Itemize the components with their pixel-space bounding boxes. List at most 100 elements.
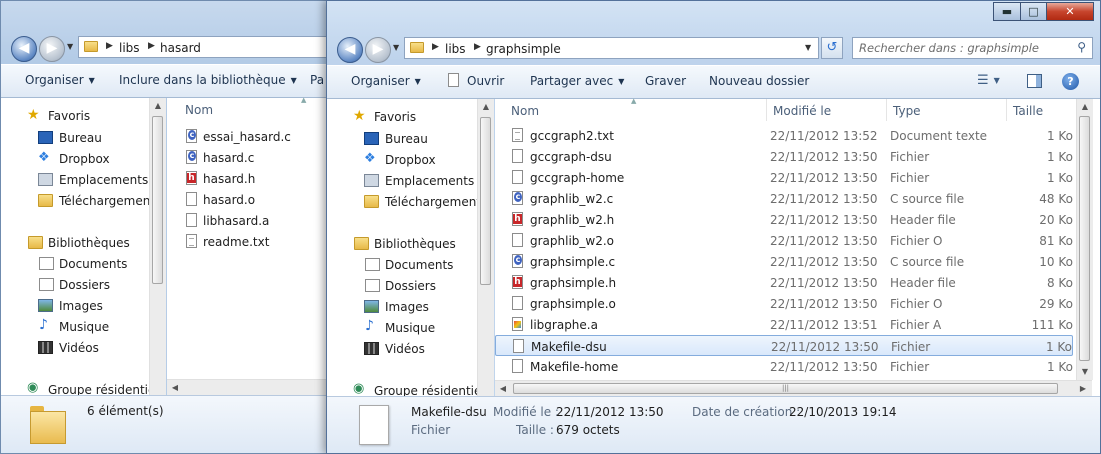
address-bar[interactable]: ▶ libs ▶ hasard	[78, 36, 339, 58]
horizontal-scroll-thumb[interactable]: |||	[513, 383, 1058, 394]
breadcrumb-graphsimple[interactable]: graphsimple	[486, 42, 561, 56]
scroll-down-icon[interactable]: ▼	[1077, 364, 1093, 380]
nav-scrollbar[interactable]: ▲	[149, 98, 166, 395]
share-with-button[interactable]: Partager avec ▼	[530, 74, 624, 88]
scroll-thumb[interactable]	[480, 117, 491, 285]
back-arrow-icon[interactable]: ◀	[337, 37, 363, 63]
back-arrow-icon[interactable]: ◀	[11, 36, 37, 62]
nav-item-documents[interactable]: Documents	[1, 254, 149, 274]
list-item[interactable]: readme.txt	[179, 231, 329, 252]
file-name: Makefile-home	[530, 360, 619, 374]
table-row[interactable]: graphlib_w2.h 22/11/2012 13:50 Header file…	[495, 209, 1073, 230]
recent-pages-chevron-icon[interactable]: ▼	[393, 43, 399, 52]
preview-pane-icon[interactable]	[1027, 74, 1042, 88]
nav-item-videos[interactable]: Vidéos	[327, 339, 475, 359]
scroll-up-icon[interactable]: ▲	[150, 98, 166, 114]
maximize-button[interactable]: □	[1020, 2, 1047, 21]
forward-arrow-icon[interactable]: ▶	[365, 37, 391, 63]
nav-libraries[interactable]: Bibliothèques	[327, 234, 475, 254]
list-item[interactable]: hasard.c	[179, 147, 329, 168]
forward-arrow-icon[interactable]: ▶	[39, 36, 65, 62]
include-in-library-button[interactable]: Inclure dans la bibliothèque ▼	[119, 73, 297, 87]
search-icon[interactable]: ⚲	[1077, 40, 1086, 54]
breadcrumb-hasard[interactable]: hasard	[160, 41, 201, 55]
nav-libraries[interactable]: Bibliothèques	[1, 233, 149, 253]
nav-item-downloads[interactable]: Téléchargements	[1, 191, 161, 211]
nav-item-dropbox[interactable]: ❖ Dropbox	[327, 150, 475, 170]
nav-item-recent-places[interactable]: Emplacements ré	[1, 170, 164, 190]
share-button[interactable]: Pa	[310, 73, 324, 87]
burn-button[interactable]: Graver	[645, 74, 686, 88]
front-explorer-window[interactable]: ▬ □ ✕ ◀ ▶ ▼ ▶ libs ▶ graphsimple ▼ ↺ Rec…	[326, 0, 1101, 454]
nav-item-images[interactable]: Images	[327, 297, 475, 317]
list-item[interactable]: hasard.o	[179, 189, 329, 210]
nav-item-bureau[interactable]: Bureau	[1, 128, 149, 148]
recent-pages-chevron-icon[interactable]: ▼	[67, 42, 73, 51]
nav-item-dossiers[interactable]: Dossiers	[327, 276, 475, 296]
generic-file-icon	[513, 339, 524, 353]
minimize-button[interactable]: ▬	[993, 2, 1021, 21]
address-bar[interactable]: ▶ libs ▶ graphsimple ▼	[404, 37, 819, 59]
file-modified: 22/11/2012 13:51	[770, 318, 878, 332]
list-item[interactable]: hasard.h	[179, 168, 329, 189]
table-row[interactable]: Makefile-dsu 22/11/2012 13:50 Fichier 1 Ko	[495, 335, 1073, 356]
refresh-icon[interactable]: ↺	[821, 37, 843, 59]
close-button[interactable]: ✕	[1046, 2, 1094, 21]
file-modified: 22/11/2012 13:50	[770, 171, 878, 185]
list-item[interactable]: libhasard.a	[179, 210, 329, 231]
nav-favorites[interactable]: ★ Favoris	[327, 107, 475, 127]
horizontal-scrollbar[interactable]: ◀	[167, 379, 339, 396]
file-type: Fichier A	[890, 318, 942, 332]
new-folder-button[interactable]: Nouveau dossier	[709, 74, 809, 88]
nav-item-downloads[interactable]: Téléchargements	[327, 192, 487, 212]
scroll-left-icon[interactable]: ◀	[167, 380, 183, 396]
file-list-vertical-scrollbar[interactable]: ▲ ▼	[1076, 99, 1093, 380]
horizontal-scrollbar[interactable]: ◀ ||| ▶	[495, 380, 1092, 397]
breadcrumb-libs[interactable]: libs	[445, 42, 466, 56]
organize-button[interactable]: Organiser ▼	[351, 74, 421, 88]
scroll-up-icon[interactable]: ▲	[1077, 99, 1093, 115]
table-row[interactable]: graphsimple.c 22/11/2012 13:50 C source fi…	[495, 251, 1073, 272]
nav-item-music[interactable]: ♪ Musique	[327, 318, 475, 338]
list-item[interactable]: essai_hasard.c	[179, 126, 329, 147]
table-row[interactable]: Makefile-home 22/11/2012 13:50 Fichier 1 Ko	[495, 356, 1073, 377]
table-row[interactable]: graphsimple.o 22/11/2012 13:50 Fichier O 29…	[495, 293, 1073, 314]
file-type: Fichier	[890, 360, 930, 374]
nav-item-videos[interactable]: Vidéos	[1, 338, 149, 358]
open-button[interactable]: Ouvrir	[448, 73, 504, 88]
nav-item-dropbox[interactable]: ❖ Dropbox	[1, 149, 149, 169]
table-row[interactable]: graphlib_w2.o 22/11/2012 13:50 Fichier O 81…	[495, 230, 1073, 251]
nav-item-images[interactable]: Images	[1, 296, 149, 316]
nav-item-bureau[interactable]: Bureau	[327, 129, 475, 149]
back-explorer-window[interactable]: ◀ ▶ ▼ ▶ libs ▶ hasard Organiser ▼ Inclure…	[0, 0, 340, 454]
table-row[interactable]: graphsimple.h 22/11/2012 13:50 Header file…	[495, 272, 1073, 293]
nav-item-documents[interactable]: Documents	[327, 255, 475, 275]
table-row[interactable]: graphlib_w2.c 22/11/2012 13:50 C source fi…	[495, 188, 1073, 209]
view-options-icon[interactable]: ☰ ▼	[977, 73, 1000, 88]
table-row[interactable]: gccgraph-dsu 22/11/2012 13:50 Fichier 1 Ko	[495, 146, 1073, 167]
pictures-icon	[38, 299, 53, 312]
nav-item-recent-places[interactable]: Emplacements ré	[327, 171, 490, 191]
address-dropdown-icon[interactable]: ▼	[805, 43, 811, 52]
nav-favorites[interactable]: ★ Favoris	[1, 106, 149, 126]
nav-item-music[interactable]: ♪ Musique	[1, 317, 149, 337]
scroll-right-icon[interactable]: ▶	[1075, 381, 1091, 397]
file-name: graphsimple.h	[530, 276, 617, 290]
nav-label: Documents	[385, 258, 454, 272]
scroll-up-icon[interactable]: ▲	[478, 99, 494, 115]
nav-scrollbar[interactable]: ▲	[477, 99, 494, 396]
scroll-left-icon[interactable]: ◀	[495, 381, 511, 397]
generic-file-icon	[512, 233, 523, 247]
table-row[interactable]: gccgraph2.txt 22/11/2012 13:52 Document te…	[495, 125, 1073, 146]
breadcrumb-libs[interactable]: libs	[119, 41, 140, 55]
table-row[interactable]: gccgraph-home 22/11/2012 13:50 Fichier 1 Ko	[495, 167, 1073, 188]
search-input[interactable]: Rechercher dans : graphsimple ⚲	[852, 37, 1093, 59]
scroll-thumb[interactable]	[1079, 116, 1090, 361]
documents-icon	[365, 258, 380, 271]
nav-item-dossiers[interactable]: Dossiers	[1, 275, 149, 295]
column-header-name[interactable]: Nom	[179, 98, 339, 120]
organize-button[interactable]: Organiser ▼	[25, 73, 95, 87]
table-row[interactable]: libgraphe.a 22/11/2012 13:51 Fichier A 111 …	[495, 314, 1073, 335]
scroll-thumb[interactable]	[152, 116, 163, 284]
help-icon[interactable]: ?	[1062, 73, 1079, 90]
